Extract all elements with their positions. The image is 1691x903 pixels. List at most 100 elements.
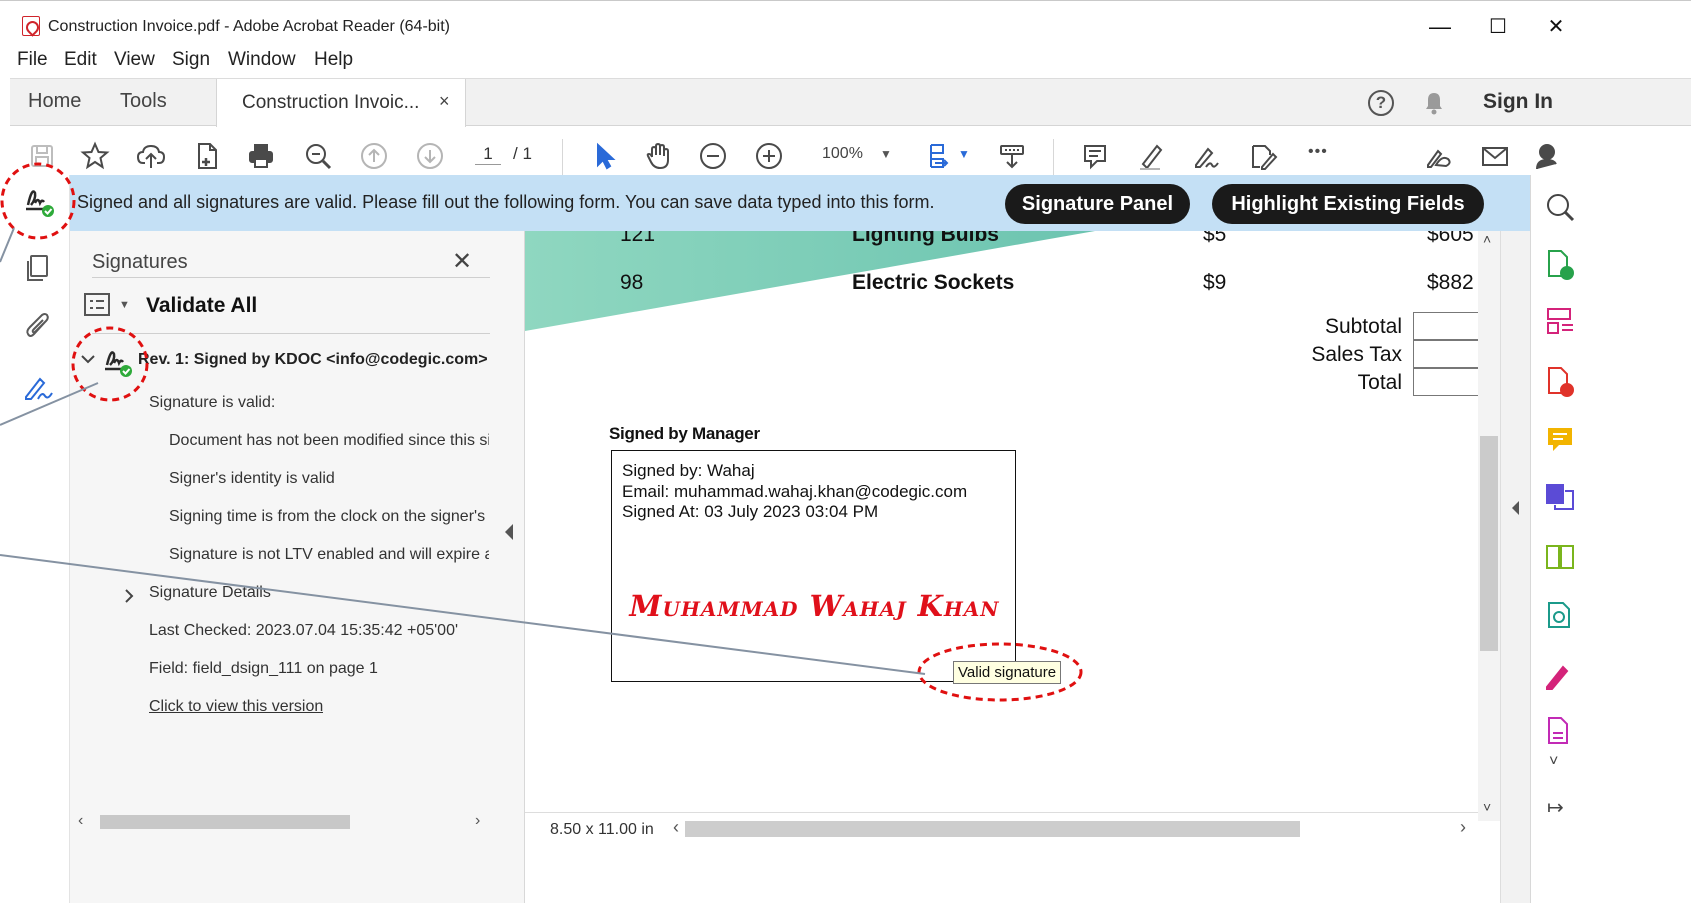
- sign-in-button[interactable]: Sign In: [1483, 90, 1553, 114]
- scroll-up-icon[interactable]: ˄: [1483, 231, 1491, 247]
- tab-home[interactable]: Home: [28, 90, 81, 113]
- zoom-level-select[interactable]: 100%: [822, 145, 863, 163]
- doc-scroll-left-icon[interactable]: ‹: [673, 817, 679, 838]
- create-pdf-tool-icon[interactable]: [1543, 365, 1577, 399]
- menu-window[interactable]: Window: [228, 49, 296, 71]
- signature-valid-icon: [105, 351, 132, 377]
- highlight-pen-icon[interactable]: [1134, 139, 1168, 173]
- signature-message-bar: Signed and all signatures are valid. Ple…: [70, 175, 1610, 231]
- help-icon[interactable]: ?: [1368, 90, 1394, 116]
- organize-pages-tool-icon[interactable]: [1543, 305, 1577, 339]
- print-production-tool-icon[interactable]: [1543, 715, 1577, 749]
- doc-horizontal-scroll-thumb[interactable]: [685, 821, 1300, 837]
- panel-horizontal-scrollbar[interactable]: ‹ ›: [70, 811, 520, 833]
- page-thumbnails-icon[interactable]: [22, 252, 56, 286]
- row2-price: $9: [1203, 271, 1227, 294]
- sales-tax-label: Sales Tax: [1311, 343, 1402, 366]
- save-icon[interactable]: [25, 139, 59, 173]
- close-panel-icon[interactable]: ✕: [452, 247, 472, 276]
- row1-amount: $605: [1427, 231, 1474, 246]
- comment-icon[interactable]: [1078, 139, 1112, 173]
- edit-pdf-icon[interactable]: [1246, 139, 1280, 173]
- more-tools-icon[interactable]: •••: [1308, 143, 1328, 161]
- collapse-tools-pane-icon[interactable]: ↦: [1547, 795, 1564, 820]
- signature-field[interactable]: Signed by: Wahaj Email: muhammad.wahaj.k…: [611, 450, 1016, 682]
- collapse-panel-handle-icon[interactable]: [496, 510, 522, 554]
- signature-revision[interactable]: Rev. 1: Signed by KDOC <info@codegic.com…: [138, 351, 488, 369]
- upload-cloud-icon[interactable]: [134, 139, 168, 173]
- row2-item: Electric Sockets: [852, 271, 1015, 294]
- scroll-down-icon[interactable]: ˅: [1483, 799, 1491, 815]
- close-window-button[interactable]: ✕: [1536, 13, 1576, 41]
- attachments-icon[interactable]: [22, 310, 56, 344]
- search-tools-icon[interactable]: [1543, 190, 1577, 224]
- validate-all-button[interactable]: Validate All: [146, 294, 257, 318]
- view-version-link[interactable]: Click to view this version: [149, 698, 323, 716]
- tab-close-icon[interactable]: ×: [439, 91, 450, 112]
- select-cursor-icon[interactable]: [587, 139, 621, 173]
- search-zoom-icon[interactable]: [301, 139, 335, 173]
- signatures-panel-title: Signatures: [92, 251, 188, 273]
- tab-tools[interactable]: Tools: [120, 90, 167, 113]
- fit-dropdown-chevron-icon[interactable]: ▼: [958, 147, 970, 161]
- minimize-button[interactable]: —: [1420, 13, 1460, 41]
- collapse-chevron-icon[interactable]: [80, 351, 96, 367]
- more-tools-chevron-icon[interactable]: ˅: [1549, 753, 1558, 771]
- signature-details-toggle[interactable]: Signature Details: [149, 584, 271, 602]
- expand-right-pane-icon[interactable]: [1509, 498, 1521, 518]
- star-icon[interactable]: [78, 139, 112, 173]
- comment-tool-icon[interactable]: [1543, 423, 1577, 457]
- menu-edit[interactable]: Edit: [64, 49, 97, 71]
- fill-and-sign-tool-icon[interactable]: [1543, 659, 1577, 693]
- validate-options-icon[interactable]: [84, 293, 112, 317]
- right-tools-pane: ˅ ↦: [1530, 175, 1691, 903]
- field-info: Field: field_dsign_111 on page 1: [149, 660, 378, 677]
- email-icon[interactable]: [1478, 139, 1512, 173]
- zoom-dropdown-chevron-icon[interactable]: ▼: [880, 147, 892, 161]
- scroll-thumb[interactable]: [100, 815, 350, 829]
- zoom-in-icon[interactable]: [752, 139, 786, 173]
- signatures-panel: Signatures ✕ ▼ Validate All Rev. 1: Sign…: [70, 231, 525, 903]
- maximize-button[interactable]: ☐: [1478, 13, 1518, 41]
- scan-ocr-tool-icon[interactable]: [1543, 481, 1577, 515]
- doc-scroll-right-icon[interactable]: ›: [1460, 817, 1466, 838]
- menu-sign[interactable]: Sign: [172, 49, 210, 71]
- signed-email-line: Email: muhammad.wahaj.khan@codegic.com: [622, 482, 968, 501]
- print-icon[interactable]: [244, 139, 278, 173]
- export-pdf-tool-icon[interactable]: [1543, 248, 1577, 282]
- menu-view[interactable]: View: [114, 49, 155, 71]
- signed-at-line: Signed At: 03 July 2023 03:04 PM: [622, 502, 879, 521]
- toolbar-divider: [562, 139, 563, 175]
- tab-document[interactable]: Construction Invoic... ×: [216, 79, 466, 127]
- scroll-right-icon[interactable]: ›: [475, 812, 480, 830]
- compare-files-tool-icon[interactable]: [1543, 540, 1577, 574]
- document-vertical-scrollbar[interactable]: ˄ ˅: [1478, 231, 1500, 821]
- handwritten-signature: Muhammad Wahaj Khan: [629, 589, 1000, 623]
- signature-panel-button[interactable]: Signature Panel: [1005, 184, 1190, 224]
- validate-dropdown-chevron-icon[interactable]: ▼: [119, 299, 130, 311]
- notification-bell-icon[interactable]: [1422, 90, 1446, 116]
- previous-page-icon[interactable]: [357, 139, 391, 173]
- account-add-icon[interactable]: [1532, 139, 1566, 173]
- vertical-scroll-thumb[interactable]: [1480, 436, 1498, 651]
- signatures-panel-icon[interactable]: [22, 371, 56, 405]
- detail-identity-valid: Signer's identity is valid: [169, 470, 335, 487]
- scroll-left-icon[interactable]: ‹: [78, 812, 83, 830]
- zoom-out-icon[interactable]: [696, 139, 730, 173]
- protect-tool-icon[interactable]: [1543, 599, 1577, 633]
- expand-chevron-icon[interactable]: [122, 588, 136, 604]
- fill-sign-icon[interactable]: [1190, 139, 1224, 173]
- signature-status-text: Signature is valid:: [149, 394, 276, 411]
- scroll-mode-icon[interactable]: [995, 139, 1029, 173]
- hand-tool-icon[interactable]: [641, 139, 675, 173]
- create-pdf-icon[interactable]: [190, 139, 224, 173]
- next-page-icon[interactable]: [413, 139, 447, 173]
- menu-file[interactable]: File: [17, 49, 48, 71]
- pdf-app-icon: [22, 16, 40, 36]
- share-link-icon[interactable]: [1422, 139, 1456, 173]
- page-number-input[interactable]: 1: [475, 144, 501, 165]
- highlight-existing-fields-button[interactable]: Highlight Existing Fields: [1212, 184, 1484, 224]
- menu-help[interactable]: Help: [314, 49, 353, 71]
- signature-status-icon[interactable]: [22, 183, 56, 217]
- fit-page-icon[interactable]: [923, 139, 957, 173]
